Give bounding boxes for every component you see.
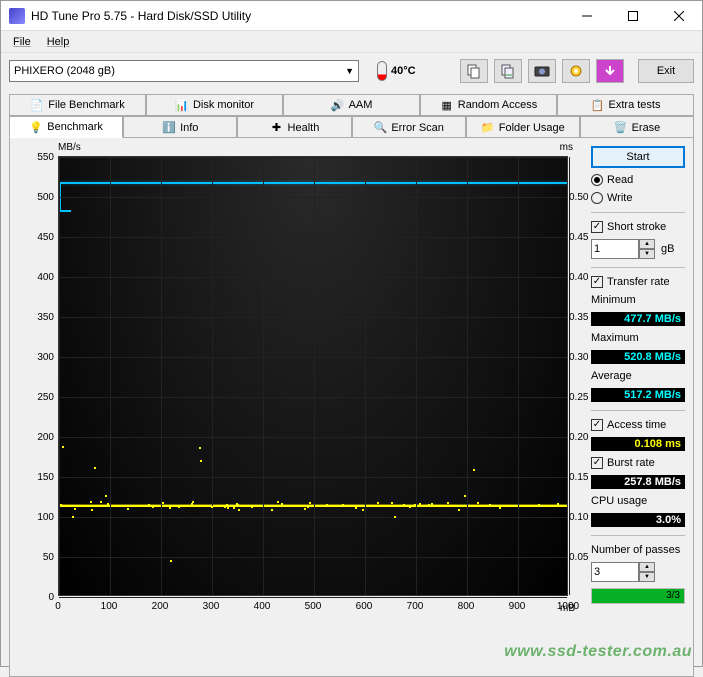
folder-icon: 📁 <box>481 121 495 135</box>
value-maximum: 520.8 MB/s <box>591 350 685 364</box>
window-controls <box>564 1 702 31</box>
tab-file-benchmark[interactable]: 📄File Benchmark <box>9 94 146 116</box>
tab-random-access[interactable]: ▦Random Access <box>420 94 557 116</box>
menu-help[interactable]: Help <box>39 34 78 50</box>
label-cpu-usage: CPU usage <box>591 495 685 507</box>
chart-plot-area <box>58 156 568 596</box>
benchmark-side-panel: Start Read Write Short stroke ▲▼ gB Tran… <box>591 146 685 604</box>
extra-icon: 📋 <box>591 98 605 112</box>
label-maximum: Maximum <box>591 332 685 344</box>
tab-disk-monitor[interactable]: 📊Disk monitor <box>146 94 283 116</box>
menu-file[interactable]: File <box>5 34 39 50</box>
radio-icon <box>591 174 603 186</box>
screenshot-button[interactable] <box>528 59 556 83</box>
radio-icon <box>591 192 603 204</box>
copy-info-button[interactable] <box>460 59 488 83</box>
value-minimum: 477.7 MB/s <box>591 312 685 326</box>
y-axis-left-label: MB/s <box>58 142 81 153</box>
burst-rate-check[interactable]: Burst rate <box>591 457 685 469</box>
tabs-row-top: 📄File Benchmark 📊Disk monitor 🔊AAM ▦Rand… <box>9 93 694 115</box>
checkbox-icon <box>591 221 603 233</box>
save-info-button[interactable] <box>494 59 522 83</box>
close-button[interactable] <box>656 1 702 31</box>
search-icon: 🔍 <box>373 121 387 135</box>
tab-aam[interactable]: 🔊AAM <box>283 94 420 116</box>
num-passes-input[interactable]: ▲▼ <box>591 562 685 582</box>
thermometer-icon <box>377 61 387 81</box>
bulb-icon: 💡 <box>29 120 43 134</box>
checkbox-icon <box>591 457 603 469</box>
tab-erase[interactable]: 🗑️Erase <box>580 116 694 138</box>
trash-icon: 🗑️ <box>614 121 628 135</box>
short-stroke-field[interactable] <box>591 239 639 259</box>
mode-write-radio[interactable]: Write <box>591 192 685 204</box>
short-stroke-input[interactable]: ▲▼ <box>591 239 655 259</box>
transfer-rate-series <box>59 182 567 184</box>
health-icon: ✚ <box>270 121 284 135</box>
title-bar: HD Tune Pro 5.75 - Hard Disk/SSD Utility <box>1 1 702 31</box>
tab-health[interactable]: ✚Health <box>237 116 351 138</box>
minimize-button[interactable] <box>564 1 610 31</box>
exit-button[interactable]: Exit <box>638 59 694 83</box>
tab-info[interactable]: ℹ️Info <box>123 116 237 138</box>
checkbox-icon <box>591 419 603 431</box>
temperature-value: 40°C <box>391 65 416 77</box>
speaker-icon: 🔊 <box>331 98 345 112</box>
toolbar: PHIXERO (2048 gB) ▼ 40°C Exit <box>1 53 702 89</box>
benchmark-chart: MB/s ms mB 05010015020025030035040045050… <box>18 146 593 626</box>
tab-error-scan[interactable]: 🔍Error Scan <box>352 116 466 138</box>
app-window: HD Tune Pro 5.75 - Hard Disk/SSD Utility… <box>0 0 703 667</box>
file-icon: 📄 <box>30 98 44 112</box>
transfer-rate-check[interactable]: Transfer rate <box>591 276 685 288</box>
checkbox-icon <box>591 276 603 288</box>
num-passes-field[interactable] <box>591 562 639 582</box>
value-cpu-usage: 3.0% <box>591 513 685 527</box>
spinner-icon[interactable]: ▲▼ <box>639 239 655 259</box>
access-time-check[interactable]: Access time <box>591 419 685 431</box>
tab-benchmark[interactable]: 💡Benchmark <box>9 116 123 138</box>
label-average: Average <box>591 370 685 382</box>
chevron-down-icon: ▼ <box>345 66 354 76</box>
menu-bar: File Help <box>1 31 702 53</box>
random-icon: ▦ <box>440 98 454 112</box>
drive-select-value: PHIXERO (2048 gB) <box>14 65 115 77</box>
mode-read-radio[interactable]: Read <box>591 174 685 186</box>
label-num-passes: Number of passes <box>591 544 685 556</box>
benchmark-panel: MB/s ms mB 05010015020025030035040045050… <box>9 137 694 677</box>
progress-text: 3/3 <box>666 590 680 601</box>
value-burst-rate: 257.8 MB/s <box>591 475 685 489</box>
tab-folder-usage[interactable]: 📁Folder Usage <box>466 116 580 138</box>
tabs-container: 📄File Benchmark 📊Disk monitor 🔊AAM ▦Rand… <box>1 89 702 677</box>
short-stroke-check[interactable]: Short stroke <box>591 221 685 233</box>
value-average: 517.2 MB/s <box>591 388 685 402</box>
label-minimum: Minimum <box>591 294 685 306</box>
progress-bar: 3/3 <box>591 588 685 604</box>
info-icon: ℹ️ <box>162 121 176 135</box>
monitor-icon: 📊 <box>175 98 189 112</box>
window-title: HD Tune Pro 5.75 - Hard Disk/SSD Utility <box>31 9 564 23</box>
app-icon <box>9 8 25 24</box>
tabs-row-bottom: 💡Benchmark ℹ️Info ✚Health 🔍Error Scan 📁F… <box>9 115 694 137</box>
maximize-button[interactable] <box>610 1 656 31</box>
temperature-display: 40°C <box>377 61 416 81</box>
tab-extra-tests[interactable]: 📋Extra tests <box>557 94 694 116</box>
drive-select[interactable]: PHIXERO (2048 gB) ▼ <box>9 60 359 82</box>
settings-button[interactable] <box>562 59 590 83</box>
start-button[interactable]: Start <box>591 146 685 168</box>
short-stroke-unit: gB <box>661 243 674 255</box>
value-access-time: 0.108 ms <box>591 437 685 451</box>
y-axis-right-label: ms <box>560 142 573 153</box>
spinner-icon[interactable]: ▲▼ <box>639 562 655 582</box>
minimize-to-tray-button[interactable] <box>596 59 624 83</box>
